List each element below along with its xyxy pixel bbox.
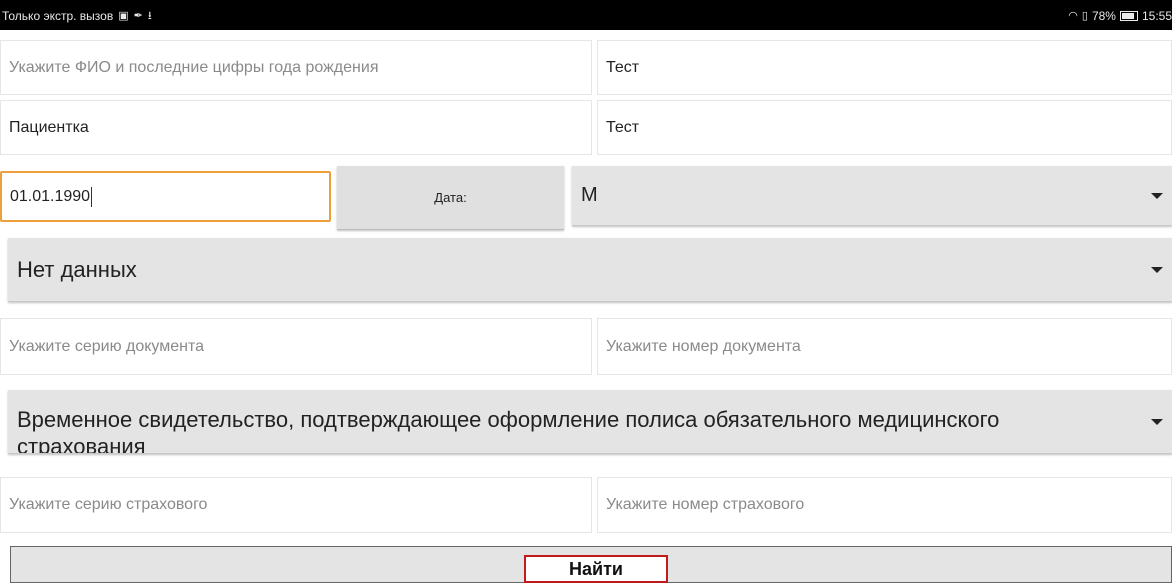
wifi-icon: ◠	[1068, 10, 1078, 22]
patronymic-input[interactable]: Тест	[597, 100, 1172, 155]
document-type-select[interactable]: Нет данных	[8, 238, 1172, 302]
carrier-text: Только экстр. вызов	[2, 9, 114, 23]
gender-selected: М	[581, 184, 598, 206]
doc-series-input[interactable]: Укажите серию документа	[0, 318, 592, 375]
battery-icon	[1119, 11, 1138, 21]
document-type-selected: Нет данных	[17, 256, 137, 282]
surname-value: Тест	[606, 58, 640, 76]
chevron-down-icon	[1151, 192, 1163, 199]
clock: 15:55	[1141, 9, 1172, 23]
sim-icon: ▯	[1081, 10, 1088, 22]
policy-type-selected: Временное свидетельство, подтверждающее …	[17, 407, 1000, 454]
birthdate-input[interactable]: 01.01.1990	[0, 171, 331, 222]
date-button-label: Дата:	[434, 190, 467, 205]
pen-notification-icon: ✒	[133, 10, 143, 22]
fio-hint-input[interactable]: Укажите ФИО и последние цифры года рожде…	[0, 40, 592, 95]
gender-select[interactable]: М	[572, 166, 1172, 226]
find-button[interactable]: Найти	[524, 555, 668, 583]
policy-type-select[interactable]: Временное свидетельство, подтверждающее …	[8, 390, 1172, 454]
status-bar-right: ◠ ▯ 78% 15:55	[1068, 9, 1172, 23]
find-button-label: Найти	[569, 558, 623, 579]
text-cursor	[91, 186, 93, 207]
chevron-down-icon	[1151, 419, 1163, 425]
battery-percent: 78%	[1091, 9, 1116, 23]
name-input[interactable]: Пациентка	[0, 100, 592, 155]
patronymic-value: Тест	[606, 118, 640, 136]
download-icon: ⭳	[147, 10, 152, 22]
policy-number-placeholder: Укажите номер страхового	[606, 496, 805, 513]
surname-input[interactable]: Тест	[597, 40, 1172, 95]
image-notification-icon: ▣	[118, 10, 129, 22]
chevron-down-icon	[1151, 266, 1163, 273]
doc-number-placeholder: Укажите номер документа	[606, 337, 801, 355]
date-picker-button[interactable]: Дата:	[337, 166, 564, 230]
doc-series-placeholder: Укажите серию документа	[9, 337, 205, 355]
birthdate-value: 01.01.1990	[10, 187, 91, 205]
doc-number-input[interactable]: Укажите номер документа	[597, 318, 1172, 375]
fio-hint-text: Укажите ФИО и последние цифры года рожде…	[9, 58, 379, 76]
status-bar-left: Только экстр. вызов ▣ ✒ ⭳	[2, 9, 152, 23]
policy-number-input[interactable]: Укажите номер страхового	[597, 477, 1172, 533]
policy-series-input[interactable]: Укажите серию страхового	[0, 477, 592, 533]
policy-series-placeholder: Укажите серию страхового	[9, 496, 208, 513]
name-value: Пациентка	[9, 118, 89, 136]
status-bar: Только экстр. вызов ▣ ✒ ⭳ ◠ ▯ 78% 15:55	[0, 0, 1172, 30]
